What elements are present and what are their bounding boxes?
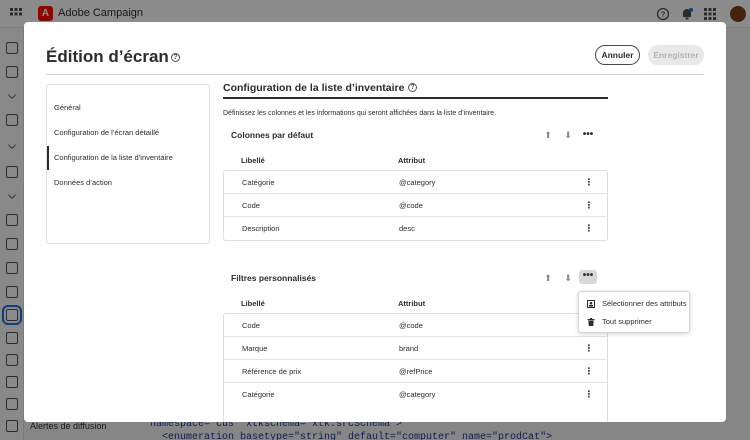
row-more-icon[interactable]: ⋮ bbox=[584, 200, 594, 211]
row-more-icon[interactable]: ⋮ bbox=[584, 366, 594, 377]
screen-edit-modal: Édition d’écran ? Annuler Enregistrer Gé… bbox=[24, 22, 726, 422]
side-nav: Général Configuration de l’écran détaill… bbox=[46, 84, 210, 244]
table-row: Code @code ⋮ bbox=[224, 194, 607, 217]
column-header-attribute: Attribut bbox=[398, 299, 426, 308]
row-attribute: @refPrice bbox=[399, 367, 433, 376]
modal-title-text: Édition d’écran bbox=[46, 47, 169, 66]
row-label: Catégorie bbox=[242, 390, 275, 399]
row-more-icon[interactable]: ⋮ bbox=[584, 343, 594, 354]
table-row: Description desc ⋮ bbox=[224, 217, 607, 240]
section-underline bbox=[223, 97, 608, 99]
help-icon[interactable]: ? bbox=[171, 53, 180, 62]
trash-icon bbox=[587, 318, 595, 326]
more-actions-button[interactable]: ••• bbox=[579, 270, 597, 284]
nav-item-general[interactable]: Général bbox=[47, 96, 209, 120]
save-button[interactable]: Enregistrer bbox=[648, 45, 704, 65]
row-attribute: @code bbox=[399, 201, 423, 210]
row-more-icon[interactable]: ⋮ bbox=[584, 223, 594, 234]
modal-title: Édition d’écran ? bbox=[46, 47, 180, 67]
table-row: Catégorie @category ⋮ bbox=[224, 383, 607, 406]
table-row: Référence de prix @refPrice ⋮ bbox=[224, 360, 607, 383]
custom-filters-title: Filtres personnalisés bbox=[231, 273, 317, 283]
actions-popover: Sélectionner des attributs Tout supprime… bbox=[578, 291, 690, 333]
row-label: Catégorie bbox=[242, 178, 275, 187]
menu-item-label: Sélectionner des attributs bbox=[602, 299, 687, 308]
move-up-icon[interactable]: ⬆ bbox=[541, 128, 555, 142]
row-attribute: @code bbox=[399, 321, 423, 330]
custom-filters-table: Code @code Marque brand ⋮ Référence de p… bbox=[223, 313, 608, 422]
row-attribute: brand bbox=[399, 344, 419, 353]
row-label: Référence de prix bbox=[242, 367, 302, 376]
help-icon[interactable]: ? bbox=[408, 83, 417, 92]
section-title-text: Configuration de la liste d’inventaire bbox=[223, 82, 405, 94]
row-label: Description bbox=[242, 224, 280, 233]
table-row: Code @code bbox=[224, 314, 607, 337]
menu-item-delete-all[interactable]: Tout supprimer bbox=[579, 313, 689, 331]
row-label: Marque bbox=[242, 344, 268, 353]
select-attributes-icon bbox=[587, 300, 595, 308]
nav-item-detail-screen[interactable]: Configuration de l’écran détaillé bbox=[47, 121, 209, 145]
row-label: Code bbox=[242, 201, 260, 210]
row-attribute: @category bbox=[399, 390, 436, 399]
row-more-icon[interactable]: ⋮ bbox=[584, 177, 594, 188]
move-up-icon[interactable]: ⬆ bbox=[541, 271, 555, 285]
move-down-icon[interactable]: ⬇ bbox=[561, 128, 575, 142]
section-title: Configuration de la liste d’inventaire ? bbox=[223, 82, 417, 94]
menu-item-label: Tout supprimer bbox=[602, 317, 652, 326]
default-columns-table: Catégorie @category ⋮ Code @code ⋮ Descr… bbox=[223, 170, 608, 241]
nav-item-inventory-list[interactable]: Configuration de la liste d’inventaire bbox=[47, 146, 209, 170]
column-header-label: Libellé bbox=[241, 299, 265, 308]
menu-item-select-attributes[interactable]: Sélectionner des attributs bbox=[579, 295, 689, 313]
table-row: Marque brand ⋮ bbox=[224, 337, 607, 360]
row-attribute: @category bbox=[399, 178, 436, 187]
cancel-button[interactable]: Annuler bbox=[595, 45, 640, 65]
row-more-icon[interactable]: ⋮ bbox=[584, 389, 594, 400]
column-header-attribute: Attribut bbox=[398, 156, 426, 165]
column-header-label: Libellé bbox=[241, 156, 265, 165]
nav-item-action-data[interactable]: Données d’action bbox=[47, 171, 209, 195]
table-row: Catégorie @category ⋮ bbox=[224, 171, 607, 194]
more-actions-button[interactable]: ••• bbox=[581, 130, 595, 144]
move-down-icon[interactable]: ⬇ bbox=[561, 271, 575, 285]
divider bbox=[46, 74, 704, 75]
row-attribute: desc bbox=[399, 224, 415, 233]
section-description: Définissez les colonnes et les informati… bbox=[223, 110, 497, 117]
row-label: Code bbox=[242, 321, 260, 330]
default-columns-title: Colonnes par défaut bbox=[231, 130, 314, 140]
